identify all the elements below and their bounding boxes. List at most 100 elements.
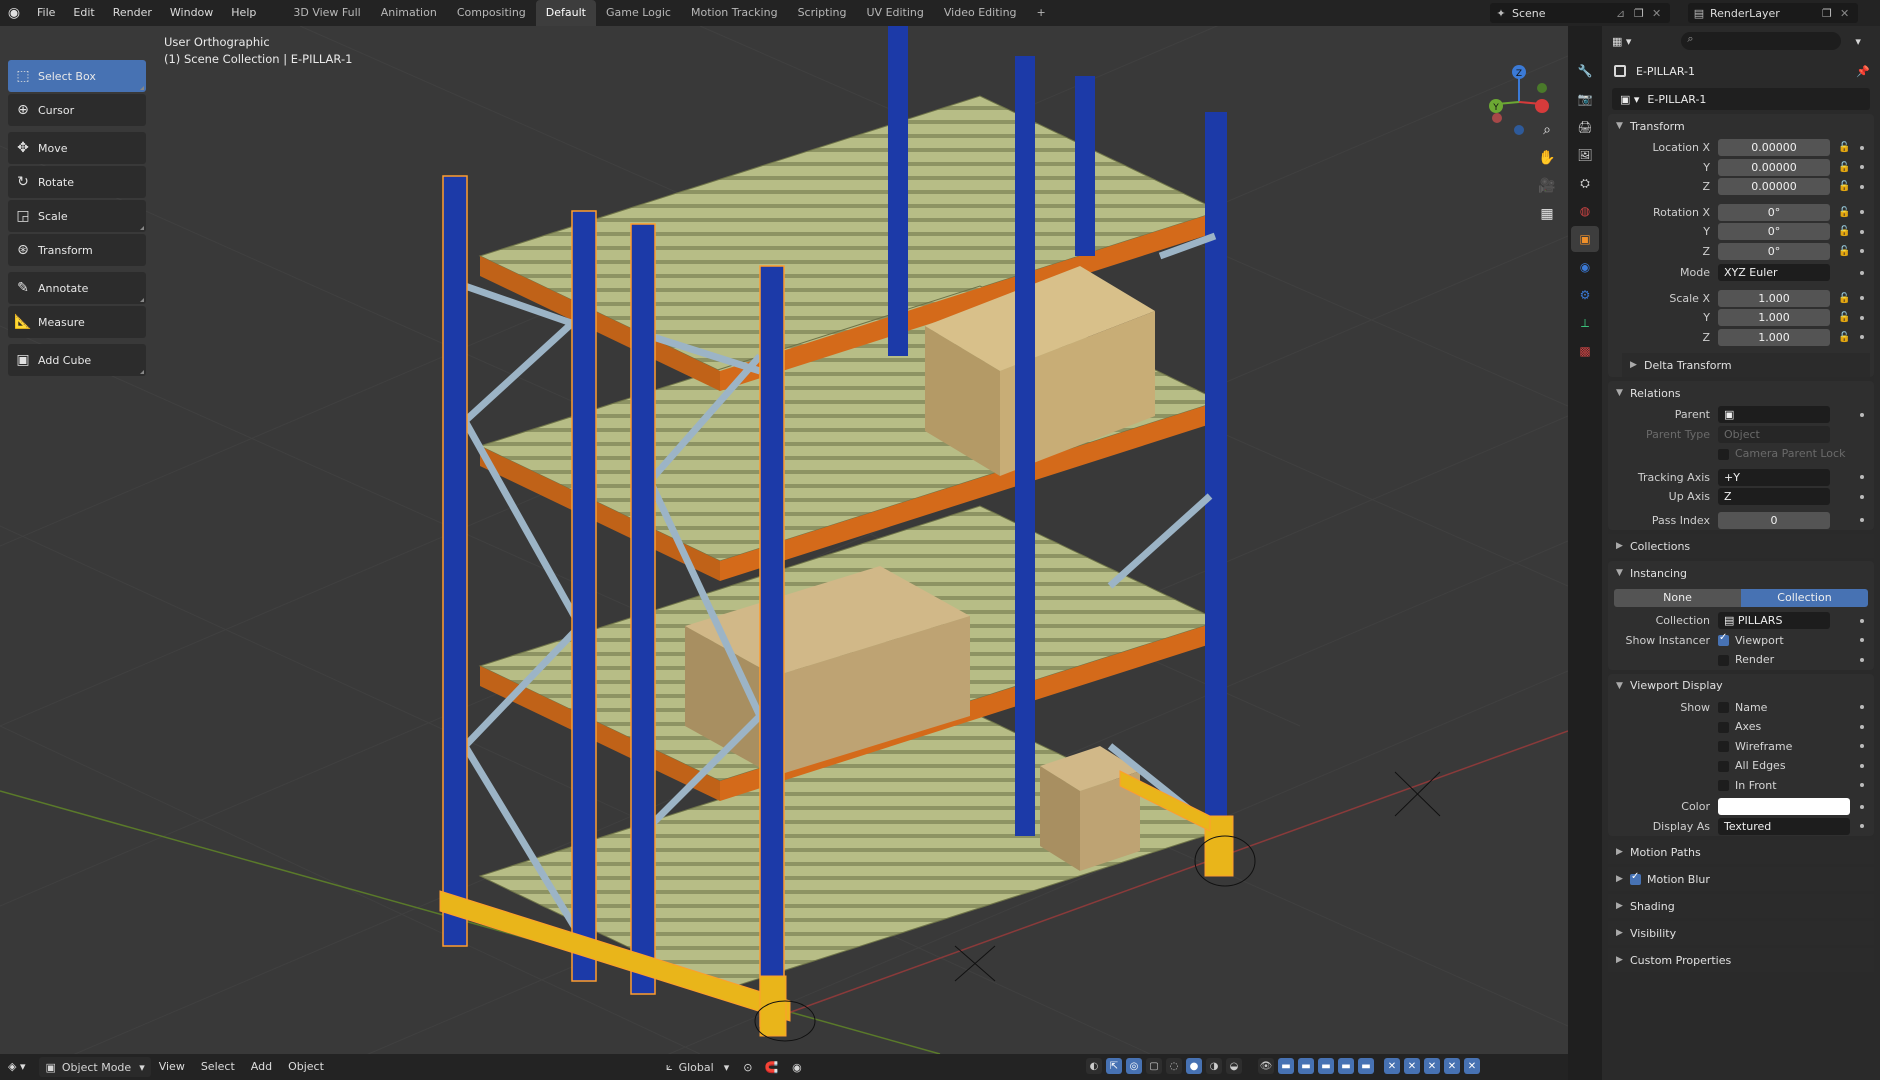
tool-settings-tab-icon[interactable]: 🔧: [1571, 58, 1599, 84]
lock-icon[interactable]: 🔓: [1838, 142, 1850, 153]
keyframe-dot[interactable]: [1860, 724, 1864, 729]
proportional-edit-icon[interactable]: ◉: [792, 1061, 802, 1074]
render-tab-icon[interactable]: 📷: [1571, 86, 1599, 112]
keyframe-dot[interactable]: [1860, 763, 1864, 768]
keyframe-dot[interactable]: [1860, 783, 1864, 788]
scale-y-field[interactable]: 1.000: [1718, 309, 1830, 327]
relations-panel-header[interactable]: ▼ Relations: [1608, 381, 1874, 405]
tool-rotate[interactable]: ↻ Rotate: [8, 166, 146, 198]
collection-exclude-3-icon[interactable]: ✕: [1424, 1058, 1440, 1074]
close-layer-icon[interactable]: ✕: [1840, 7, 1858, 20]
tab-animation[interactable]: Animation: [371, 0, 447, 26]
camera-parent-lock-checkbox[interactable]: Camera Parent Lock: [1718, 447, 1845, 460]
object-tab-icon[interactable]: ▣: [1571, 226, 1599, 252]
copy-scene-icon[interactable]: ❐: [1634, 7, 1652, 20]
properties-editor-type-icon[interactable]: ▦ ▾: [1612, 35, 1631, 48]
lock-icon[interactable]: 🔓: [1838, 293, 1850, 304]
tool-add-cube[interactable]: ▣ Add Cube: [8, 344, 146, 376]
location-x-field[interactable]: 0.00000: [1718, 139, 1830, 157]
lock-icon[interactable]: 🔓: [1838, 332, 1850, 343]
show-in-front-checkbox[interactable]: In Front: [1718, 779, 1777, 792]
keyframe-dot[interactable]: [1860, 335, 1864, 340]
keyframe-dot[interactable]: [1860, 705, 1864, 710]
tool-annotate[interactable]: ✎ Annotate: [8, 272, 146, 304]
lock-icon[interactable]: 🔓: [1838, 162, 1850, 173]
collection-visibility-4-icon[interactable]: ▬: [1338, 1058, 1354, 1074]
pin-icon[interactable]: ⊿: [1616, 7, 1634, 20]
delta-transform-subpanel[interactable]: ▶ Delta Transform: [1622, 353, 1870, 377]
tab-compositing[interactable]: Compositing: [447, 0, 536, 26]
scale-x-field[interactable]: 1.000: [1718, 289, 1830, 307]
lock-icon[interactable]: 🔓: [1838, 226, 1850, 237]
collection-exclude-4-icon[interactable]: ✕: [1444, 1058, 1460, 1074]
scale-z-field[interactable]: 1.000: [1718, 328, 1830, 346]
shading-panel-header[interactable]: ▶ Shading: [1608, 894, 1874, 918]
visibility-eye-icon[interactable]: 👁: [1258, 1058, 1274, 1074]
collection-visibility-2-icon[interactable]: ▬: [1298, 1058, 1314, 1074]
instancing-none-button[interactable]: None: [1614, 589, 1741, 607]
tab-default[interactable]: Default: [535, 0, 596, 26]
menu-render[interactable]: Render: [104, 0, 161, 26]
transform-orientation[interactable]: ⟀ Global ▾ ⊙ 🧲 ◉: [666, 1054, 802, 1080]
up-axis-dropdown[interactable]: Z: [1718, 488, 1830, 506]
object-data-tab-icon[interactable]: ⟂: [1571, 310, 1599, 336]
collection-visibility-3-icon[interactable]: ▬: [1318, 1058, 1334, 1074]
lock-icon[interactable]: 🔓: [1838, 246, 1850, 257]
location-y-field[interactable]: 0.00000: [1718, 158, 1830, 176]
transform-panel-header[interactable]: ▼ Transform: [1608, 114, 1874, 138]
keyframe-dot[interactable]: [1860, 210, 1864, 215]
overlays-toggle-icon[interactable]: ◎: [1126, 1058, 1142, 1074]
constraints-tab-icon[interactable]: ⚙: [1571, 282, 1599, 308]
keyframe-dot[interactable]: [1860, 638, 1864, 643]
color-swatch[interactable]: [1718, 798, 1850, 816]
tool-move[interactable]: ✥ Move: [8, 132, 146, 164]
wireframe-shading-icon[interactable]: ◌: [1166, 1058, 1182, 1074]
keyframe-dot[interactable]: [1860, 744, 1864, 749]
location-z-field[interactable]: 0.00000: [1718, 178, 1830, 196]
keyframe-dot[interactable]: [1860, 184, 1864, 189]
view-layer-tab-icon[interactable]: 🖼: [1571, 142, 1599, 168]
tool-transform[interactable]: ⊛ Transform: [8, 234, 146, 266]
keyframe-dot[interactable]: [1860, 518, 1864, 523]
collection-visibility-1-icon[interactable]: ▬: [1278, 1058, 1294, 1074]
properties-search-input[interactable]: ⌕: [1681, 32, 1842, 50]
tab-motion-tracking[interactable]: Motion Tracking: [681, 0, 788, 26]
object-mode-dropdown[interactable]: ▣ Object Mode ▾: [39, 1057, 151, 1077]
instance-collection-field[interactable]: ▤ PILLARS: [1718, 612, 1830, 630]
keyframe-dot[interactable]: [1860, 249, 1864, 254]
show-all-edges-checkbox[interactable]: All Edges: [1718, 759, 1786, 772]
show-axes-checkbox[interactable]: Axes: [1718, 720, 1761, 733]
pan-hand-icon[interactable]: ✋: [1535, 146, 1559, 170]
texture-tab-icon[interactable]: ▩: [1571, 338, 1599, 364]
pivot-icon[interactable]: ⊙: [743, 1061, 752, 1074]
keyframe-dot[interactable]: [1860, 618, 1864, 623]
add-workspace-button[interactable]: +: [1027, 0, 1056, 26]
tool-measure[interactable]: 📐 Measure: [8, 306, 146, 338]
lock-icon[interactable]: 🔓: [1838, 181, 1850, 192]
instancing-collection-button[interactable]: Collection: [1741, 589, 1868, 607]
instancing-panel-header[interactable]: ▼ Instancing: [1608, 561, 1874, 585]
tab-game-logic[interactable]: Game Logic: [596, 0, 681, 26]
tracking-axis-dropdown[interactable]: +Y: [1718, 468, 1830, 486]
keyframe-dot[interactable]: [1860, 229, 1864, 234]
snap-icon[interactable]: 🧲: [764, 1061, 778, 1074]
world-tab-icon[interactable]: ◍: [1571, 198, 1599, 224]
close-scene-icon[interactable]: ✕: [1652, 7, 1670, 20]
menu-object[interactable]: Object: [280, 1054, 332, 1080]
pin-icon[interactable]: 📌: [1856, 65, 1870, 78]
keyframe-dot[interactable]: [1860, 315, 1864, 320]
scene-tab-icon[interactable]: ⛭: [1571, 170, 1599, 196]
menu-select[interactable]: Select: [193, 1054, 243, 1080]
motion-blur-panel-header[interactable]: ▶ Motion Blur: [1608, 867, 1874, 891]
menu-window[interactable]: Window: [161, 0, 222, 26]
show-instancer-viewport-checkbox[interactable]: Viewport: [1718, 632, 1784, 647]
collection-exclude-1-icon[interactable]: ✕: [1384, 1058, 1400, 1074]
tab-3d-view-full[interactable]: 3D View Full: [283, 0, 370, 26]
tool-select-box[interactable]: ⬚ Select Box: [8, 60, 146, 92]
scene-selector[interactable]: ✦ Scene ⊿ ❐ ✕: [1490, 3, 1670, 23]
menu-add[interactable]: Add: [243, 1054, 280, 1080]
editor-type-icon[interactable]: ◈ ▾: [0, 1054, 33, 1080]
custom-properties-panel-header[interactable]: ▶ Custom Properties: [1608, 948, 1874, 972]
tab-uv-editing[interactable]: UV Editing: [857, 0, 934, 26]
tool-cursor[interactable]: ⊕ Cursor: [8, 94, 146, 126]
